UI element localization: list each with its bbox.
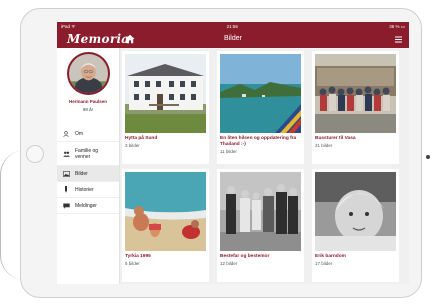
photo-icon <box>61 170 71 177</box>
album-card[interactable]: En liten hilsen og oppdatering fra Thail… <box>217 51 304 164</box>
album-card[interactable]: Bussturer til Vasa 21 bilder <box>312 51 399 164</box>
album-count: 11 bilder <box>220 149 237 154</box>
sidebar-menu: Om Familie og venner Bilder Historier Me… <box>57 126 119 214</box>
sidebar-item-familie[interactable]: Familie og venner <box>57 142 119 166</box>
album-count: 12 bilder <box>220 261 238 266</box>
sidebar-item-label: Meldinger <box>75 202 97 209</box>
album-photo <box>315 172 396 251</box>
sidebar-item-historier[interactable]: Historier <box>57 182 119 198</box>
album-count: 3 bilder <box>125 143 140 148</box>
sidebar-item-meldinger[interactable]: Meldinger <box>57 198 119 214</box>
album-grid: Hytta på Sund 3 bilder En liten hilsen o… <box>119 48 409 284</box>
album-title: Tyrkia 1995 <box>125 254 151 259</box>
people-icon <box>61 151 71 157</box>
profile-name: Hermann Paulsen <box>68 99 107 104</box>
tablet-home-button[interactable] <box>26 145 44 163</box>
sidebar-item-bilder[interactable]: Bilder <box>57 166 119 182</box>
sidebar-item-om[interactable]: Om <box>57 126 119 142</box>
message-icon <box>61 203 71 209</box>
album-card[interactable]: Bestefar og bestemor 12 bilder <box>217 169 304 282</box>
status-carrier: iPad ᯤ <box>61 23 76 29</box>
person-icon <box>61 130 71 137</box>
album-title: Bestefar og bestemor <box>220 254 270 259</box>
top-navbar: Memoria Bilder <box>57 31 409 48</box>
sidebar-item-label: Historier <box>75 186 94 193</box>
status-battery: 36 % ▭ <box>389 23 405 29</box>
album-photo <box>125 172 206 251</box>
avatar[interactable] <box>67 52 110 95</box>
page-title: Bilder <box>224 35 242 42</box>
album-photo <box>220 54 301 133</box>
status-bar: iPad ᯤ 21:56 36 % ▭ <box>57 22 409 31</box>
album-card[interactable]: Erik barndom 17 bilder <box>312 169 399 282</box>
album-title: Bussturer til Vasa <box>315 136 356 141</box>
profile-photo <box>69 54 108 93</box>
album-photo <box>315 54 396 133</box>
album-count: 21 bilder <box>315 143 333 148</box>
album-title: En liten hilsen og oppdatering fra Thail… <box>220 136 297 147</box>
album-title: Erik barndom <box>315 254 346 259</box>
sidebar: Hermann Paulsen 98 år Om Familie og venn… <box>57 48 120 284</box>
sidebar-item-label: Bilder <box>75 170 88 177</box>
album-count: 5 bilder <box>125 261 140 266</box>
sidebar-item-label: Om <box>75 130 84 137</box>
app-screen: iPad ᯤ 21:56 36 % ▭ Memoria Bilder Herma… <box>57 22 409 284</box>
album-count: 17 bilder <box>315 261 333 266</box>
album-card[interactable]: Hytta på Sund 3 bilder <box>122 51 209 164</box>
hamburger-menu-icon[interactable] <box>395 36 402 43</box>
album-card[interactable]: Tyrkia 1995 5 bilder <box>122 169 209 282</box>
album-photo <box>125 54 206 133</box>
status-time: 21:56 <box>226 24 238 29</box>
sidebar-item-label: Familie og venner <box>75 147 99 160</box>
album-title: Hytta på Sund <box>125 136 158 141</box>
tablet-camera <box>426 155 430 159</box>
pen-icon <box>61 186 71 193</box>
profile-age: 98 år <box>82 107 94 112</box>
album-photo <box>220 172 301 251</box>
